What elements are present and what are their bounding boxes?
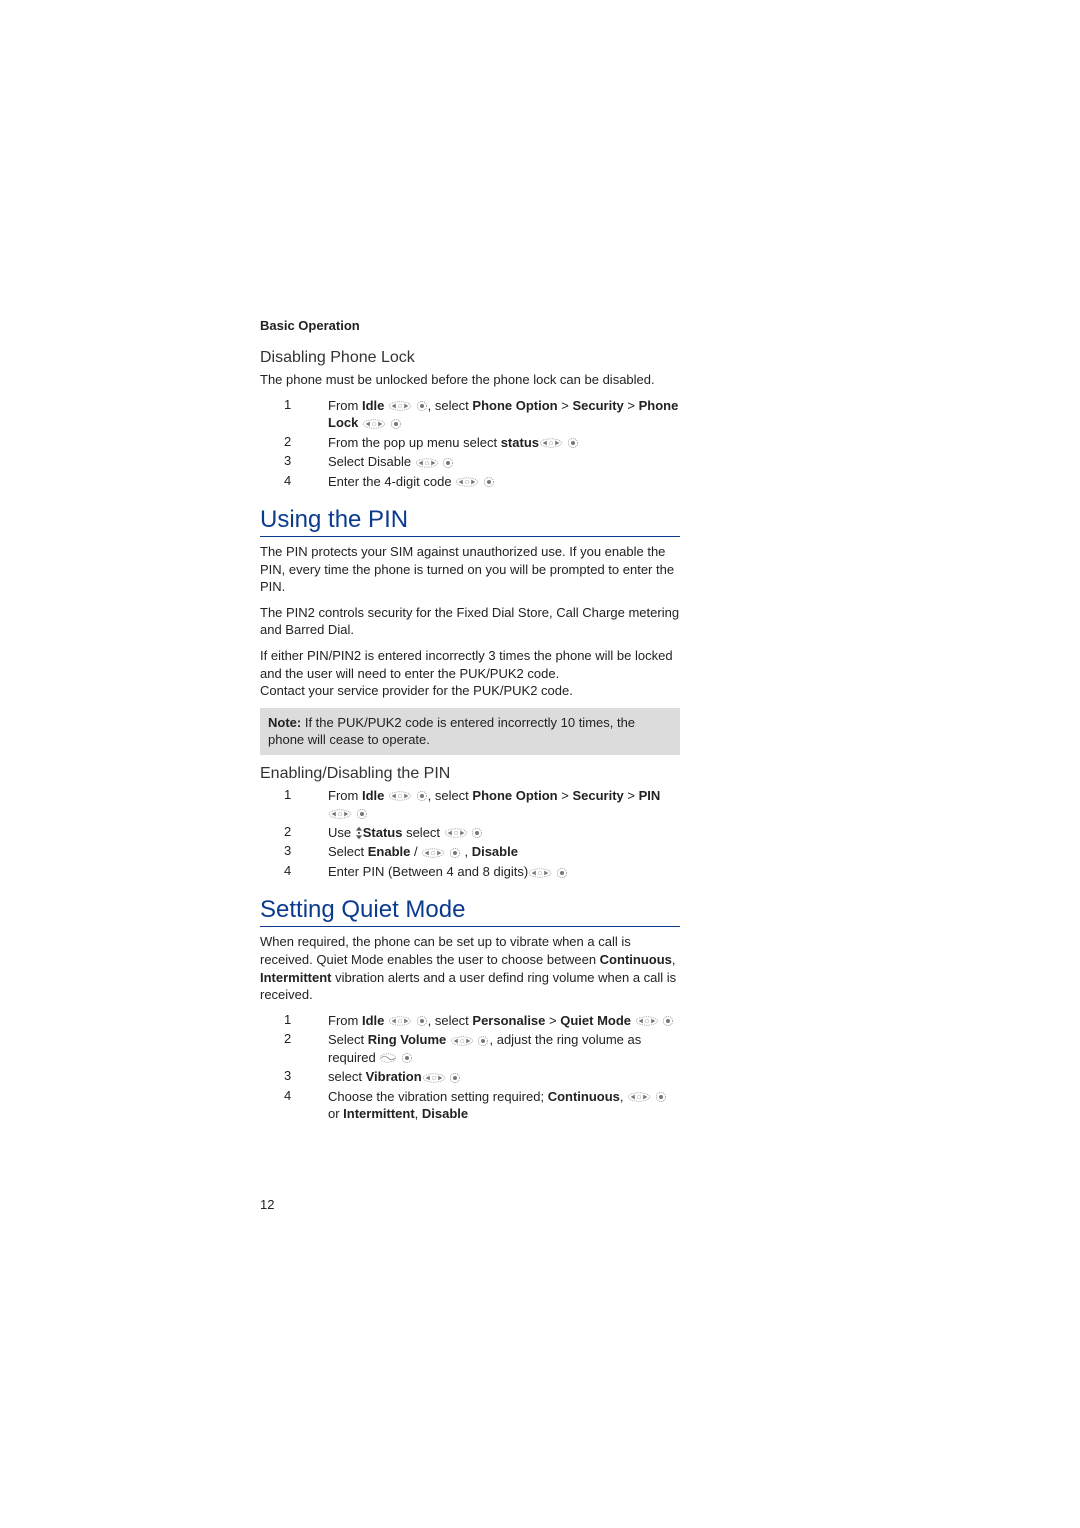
quiet-intro-pre: When required, the phone can be set up t… (260, 934, 631, 967)
select-icon (416, 790, 428, 802)
step-text: select Vibration (328, 1068, 680, 1086)
enable-pin-steps: 1From Idle , select Phone Option > Secur… (260, 787, 680, 881)
note-label: Note: (268, 715, 301, 730)
subsection-enable-pin-title: Enabling/Disabling the PIN (260, 765, 680, 783)
select-icon (416, 1015, 428, 1027)
select-icon (483, 476, 495, 488)
step-text: Select Disable (328, 453, 680, 471)
nav-icon (421, 847, 445, 859)
step-num: 3 (260, 843, 328, 858)
nav-icon (328, 808, 352, 820)
step-num: 2 (260, 434, 328, 449)
heading-using-pin: Using the PIN (260, 506, 680, 537)
step-text: Select Ring Volume , adjust the ring vol… (328, 1031, 680, 1066)
nav-icon (528, 867, 552, 879)
step-text: From Idle , select Personalise > Quiet M… (328, 1012, 680, 1030)
step-row: 3Select Enable / , Disable (260, 843, 680, 861)
step-num: 3 (260, 1068, 328, 1083)
step-num: 1 (260, 397, 328, 412)
pin-p3: If either PIN/PIN2 is entered incorrectl… (260, 648, 673, 681)
step-text: Use Status select (328, 824, 680, 842)
pin-p2: The PIN2 controls security for the Fixed… (260, 604, 680, 639)
step-row: 3Select Disable (260, 453, 680, 471)
quiet-intro-b1: Continuous (600, 952, 672, 967)
nav-icon (422, 1072, 446, 1084)
step-row: 2From the pop up menu select status (260, 434, 680, 452)
step-text: Enter PIN (Between 4 and 8 digits) (328, 863, 680, 881)
nav-icon (388, 1015, 412, 1027)
select-icon (442, 457, 454, 469)
step-num: 2 (260, 824, 328, 839)
select-icon (662, 1015, 674, 1027)
step-text: Enter the 4-digit code (328, 473, 680, 491)
step-num: 1 (260, 1012, 328, 1027)
step-text: Select Enable / , Disable (328, 843, 680, 861)
step-row: 4Enter PIN (Between 4 and 8 digits) (260, 863, 680, 881)
step-text: From Idle , select Phone Option > Securi… (328, 397, 680, 432)
disabling-steps: 1From Idle , select Phone Option > Secur… (260, 397, 680, 491)
subsection-disabling-title: Disabling Phone Lock (260, 349, 680, 367)
step-num: 4 (260, 473, 328, 488)
nav-icon (450, 1035, 474, 1047)
scroll-icon (379, 1052, 397, 1064)
step-row: 1From Idle , select Personalise > Quiet … (260, 1012, 680, 1030)
nav-icon (455, 476, 479, 488)
step-text: Choose the vibration setting required; C… (328, 1088, 680, 1123)
nav-icon (627, 1091, 651, 1103)
step-num: 4 (260, 863, 328, 878)
page-number: 12 (260, 1197, 274, 1212)
step-row: 4Choose the vibration setting required; … (260, 1088, 680, 1123)
nav-icon (444, 827, 468, 839)
select-icon (655, 1091, 667, 1103)
nav-icon (388, 400, 412, 412)
select-icon (556, 867, 568, 879)
nav-icon (362, 418, 386, 430)
content-area: Basic Operation Disabling Phone Lock The… (260, 318, 680, 1127)
nav-icon (539, 437, 563, 449)
select-icon (449, 1072, 461, 1084)
pin-p1: The PIN protects your SIM against unauth… (260, 543, 680, 596)
page: Basic Operation Disabling Phone Lock The… (0, 0, 1080, 1528)
step-text: From Idle , select Phone Option > Securi… (328, 787, 680, 822)
nav-icon (388, 790, 412, 802)
updown-icon (355, 826, 363, 840)
note-box: Note: If the PUK/PUK2 code is entered in… (260, 708, 680, 755)
select-icon (401, 1052, 413, 1064)
note-text: If the PUK/PUK2 code is entered incorrec… (268, 715, 635, 748)
step-num: 1 (260, 787, 328, 802)
step-row: 2Use Status select (260, 824, 680, 842)
section-label: Basic Operation (260, 318, 680, 333)
step-num: 4 (260, 1088, 328, 1103)
heading-quiet-mode: Setting Quiet Mode (260, 896, 680, 927)
quiet-intro-mid: , (672, 952, 676, 967)
select-icon (416, 400, 428, 412)
select-icon (471, 827, 483, 839)
select-icon (477, 1035, 489, 1047)
disabling-intro: The phone must be unlocked before the ph… (260, 371, 680, 389)
step-num: 3 (260, 453, 328, 468)
select-icon (449, 847, 461, 859)
select-icon (567, 437, 579, 449)
select-icon (390, 418, 402, 430)
quiet-steps: 1From Idle , select Personalise > Quiet … (260, 1012, 680, 1123)
step-num: 2 (260, 1031, 328, 1046)
select-icon (356, 808, 368, 820)
nav-icon (415, 457, 439, 469)
step-text: From the pop up menu select status (328, 434, 680, 452)
step-row: 4Enter the 4-digit code (260, 473, 680, 491)
quiet-intro-b2: Intermittent (260, 970, 332, 985)
step-row: 1From Idle , select Phone Option > Secur… (260, 787, 680, 822)
nav-icon (635, 1015, 659, 1027)
step-row: 1From Idle , select Phone Option > Secur… (260, 397, 680, 432)
step-row: 2Select Ring Volume , adjust the ring vo… (260, 1031, 680, 1066)
quiet-intro: When required, the phone can be set up t… (260, 933, 680, 1003)
pin-p3p4: If either PIN/PIN2 is entered incorrectl… (260, 647, 680, 700)
step-row: 3 select Vibration (260, 1068, 680, 1086)
pin-p4: Contact your service provider for the PU… (260, 683, 573, 698)
